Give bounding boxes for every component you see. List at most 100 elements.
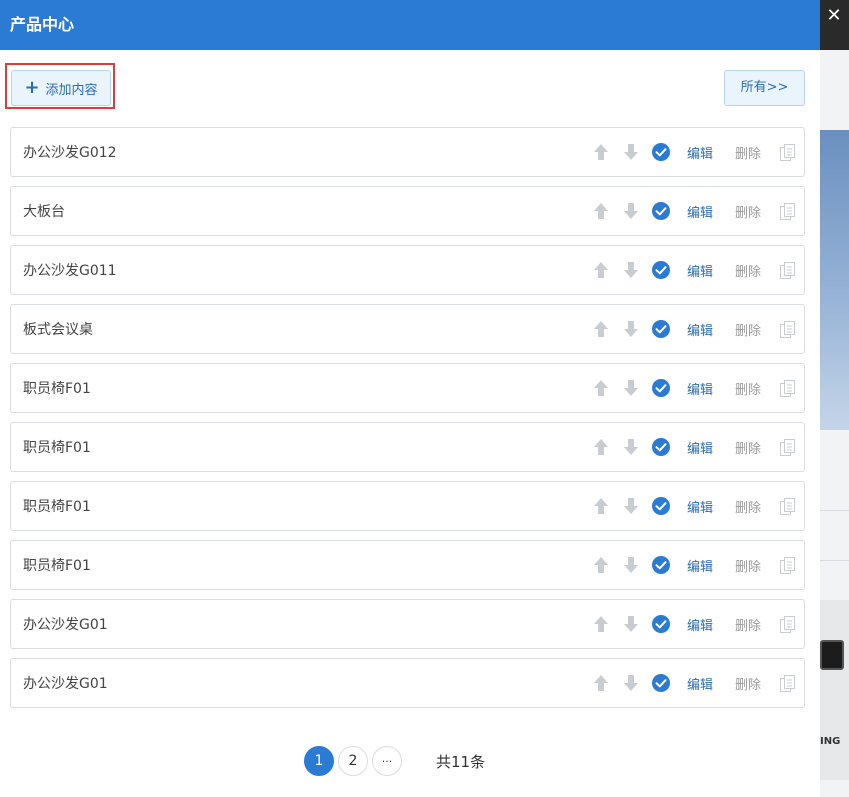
arrow-down-icon[interactable] [616, 555, 646, 575]
list-item: 职员椅F01 编辑 删除 [10, 363, 805, 413]
check-circle-icon[interactable] [646, 615, 676, 633]
check-circle-icon[interactable] [646, 556, 676, 574]
background-product-image [820, 600, 849, 780]
copy-icon[interactable] [772, 615, 804, 633]
item-actions: 编辑 删除 [586, 128, 804, 176]
copy-icon[interactable] [772, 261, 804, 279]
edit-link[interactable]: 编辑 [676, 320, 724, 339]
arrow-down-icon[interactable] [616, 437, 646, 457]
edit-link[interactable]: 编辑 [676, 615, 724, 634]
item-actions: 编辑 删除 [586, 187, 804, 235]
arrow-up-icon[interactable] [586, 496, 616, 516]
background-divider [820, 560, 849, 561]
delete-link[interactable]: 删除 [724, 556, 772, 575]
item-actions: 编辑 删除 [586, 482, 804, 530]
list-item: 办公沙发G01 编辑 删除 [10, 658, 805, 708]
delete-link[interactable]: 删除 [724, 320, 772, 339]
arrow-up-icon[interactable] [586, 319, 616, 339]
arrow-down-icon[interactable] [616, 260, 646, 280]
check-circle-icon[interactable] [646, 379, 676, 397]
delete-link[interactable]: 删除 [724, 674, 772, 693]
arrow-up-icon[interactable] [586, 437, 616, 457]
copy-icon[interactable] [772, 674, 804, 692]
delete-link[interactable]: 删除 [724, 615, 772, 634]
copy-icon[interactable] [772, 143, 804, 161]
list-item: 板式会议桌 编辑 删除 [10, 304, 805, 354]
check-circle-icon[interactable] [646, 320, 676, 338]
background-device-button [820, 640, 844, 670]
arrow-down-icon[interactable] [616, 496, 646, 516]
page-button[interactable]: 2 [338, 746, 368, 776]
arrow-down-icon[interactable] [616, 614, 646, 634]
edit-link[interactable]: 编辑 [676, 438, 724, 457]
copy-icon[interactable] [772, 556, 804, 574]
dialog-title: 产品中心 [0, 0, 820, 50]
arrow-up-icon[interactable] [586, 378, 616, 398]
arrow-down-icon[interactable] [616, 319, 646, 339]
pagination: 1 2 ··· [304, 746, 402, 776]
add-content-button[interactable]: + 添加内容 [11, 70, 111, 106]
background-divider [820, 510, 849, 511]
delete-link[interactable]: 删除 [724, 202, 772, 221]
copy-icon[interactable] [772, 379, 804, 397]
arrow-down-icon[interactable] [616, 201, 646, 221]
check-circle-icon[interactable] [646, 261, 676, 279]
item-title: 办公沙发G01 [23, 676, 108, 692]
copy-icon[interactable] [772, 320, 804, 338]
arrow-up-icon[interactable] [586, 673, 616, 693]
arrow-down-icon[interactable] [616, 673, 646, 693]
list-item: 办公沙发G012 编辑 删除 [10, 127, 805, 177]
arrow-up-icon[interactable] [586, 555, 616, 575]
arrow-up-icon[interactable] [586, 201, 616, 221]
item-actions: 编辑 删除 [586, 423, 804, 471]
list-item: 职员椅F01 编辑 删除 [10, 540, 805, 590]
plus-icon: + [24, 77, 40, 98]
arrow-down-icon[interactable] [616, 378, 646, 398]
edit-link[interactable]: 编辑 [676, 202, 724, 221]
edit-link[interactable]: 编辑 [676, 556, 724, 575]
item-title: 职员椅F01 [23, 381, 91, 397]
edit-link[interactable]: 编辑 [676, 674, 724, 693]
copy-icon[interactable] [772, 202, 804, 220]
add-content-label: 添加内容 [45, 82, 98, 98]
arrow-up-icon[interactable] [586, 142, 616, 162]
item-title: 办公沙发G01 [23, 617, 108, 633]
close-icon[interactable]: ✕ [822, 4, 846, 28]
page-button[interactable]: 1 [304, 746, 334, 776]
edit-link[interactable]: 编辑 [676, 497, 724, 516]
copy-icon[interactable] [772, 438, 804, 456]
item-actions: 编辑 删除 [586, 659, 804, 707]
list-item: 办公沙发G01 编辑 删除 [10, 599, 805, 649]
list-item: 办公沙发G011 编辑 删除 [10, 245, 805, 295]
item-title: 板式会议桌 [23, 322, 93, 338]
arrow-down-icon[interactable] [616, 142, 646, 162]
edit-link[interactable]: 编辑 [676, 143, 724, 162]
delete-link[interactable]: 删除 [724, 379, 772, 398]
arrow-up-icon[interactable] [586, 614, 616, 634]
all-items-button[interactable]: 所有>> [724, 70, 805, 106]
item-actions: 编辑 删除 [586, 364, 804, 412]
delete-link[interactable]: 删除 [724, 438, 772, 457]
delete-link[interactable]: 删除 [724, 143, 772, 162]
edit-link[interactable]: 编辑 [676, 261, 724, 280]
item-title: 职员椅F01 [23, 440, 91, 456]
item-title: 办公沙发G011 [23, 263, 117, 279]
copy-icon[interactable] [772, 497, 804, 515]
check-circle-icon[interactable] [646, 497, 676, 515]
background-partial-text: ING [820, 736, 841, 747]
arrow-up-icon[interactable] [586, 260, 616, 280]
item-title: 职员椅F01 [23, 499, 91, 515]
item-actions: 编辑 删除 [586, 541, 804, 589]
item-actions: 编辑 删除 [586, 600, 804, 648]
delete-link[interactable]: 删除 [724, 261, 772, 280]
check-circle-icon[interactable] [646, 438, 676, 456]
item-title: 办公沙发G012 [23, 145, 117, 161]
product-center-dialog: 产品中心 + 添加内容 所有>> 办公沙发G012 编辑 删除 大板台 编辑 删除 办公沙发… [0, 0, 820, 797]
total-count: 共11条 [436, 753, 486, 771]
page-ellipsis-button[interactable]: ··· [372, 746, 402, 776]
edit-link[interactable]: 编辑 [676, 379, 724, 398]
check-circle-icon[interactable] [646, 202, 676, 220]
check-circle-icon[interactable] [646, 143, 676, 161]
delete-link[interactable]: 删除 [724, 497, 772, 516]
check-circle-icon[interactable] [646, 674, 676, 692]
